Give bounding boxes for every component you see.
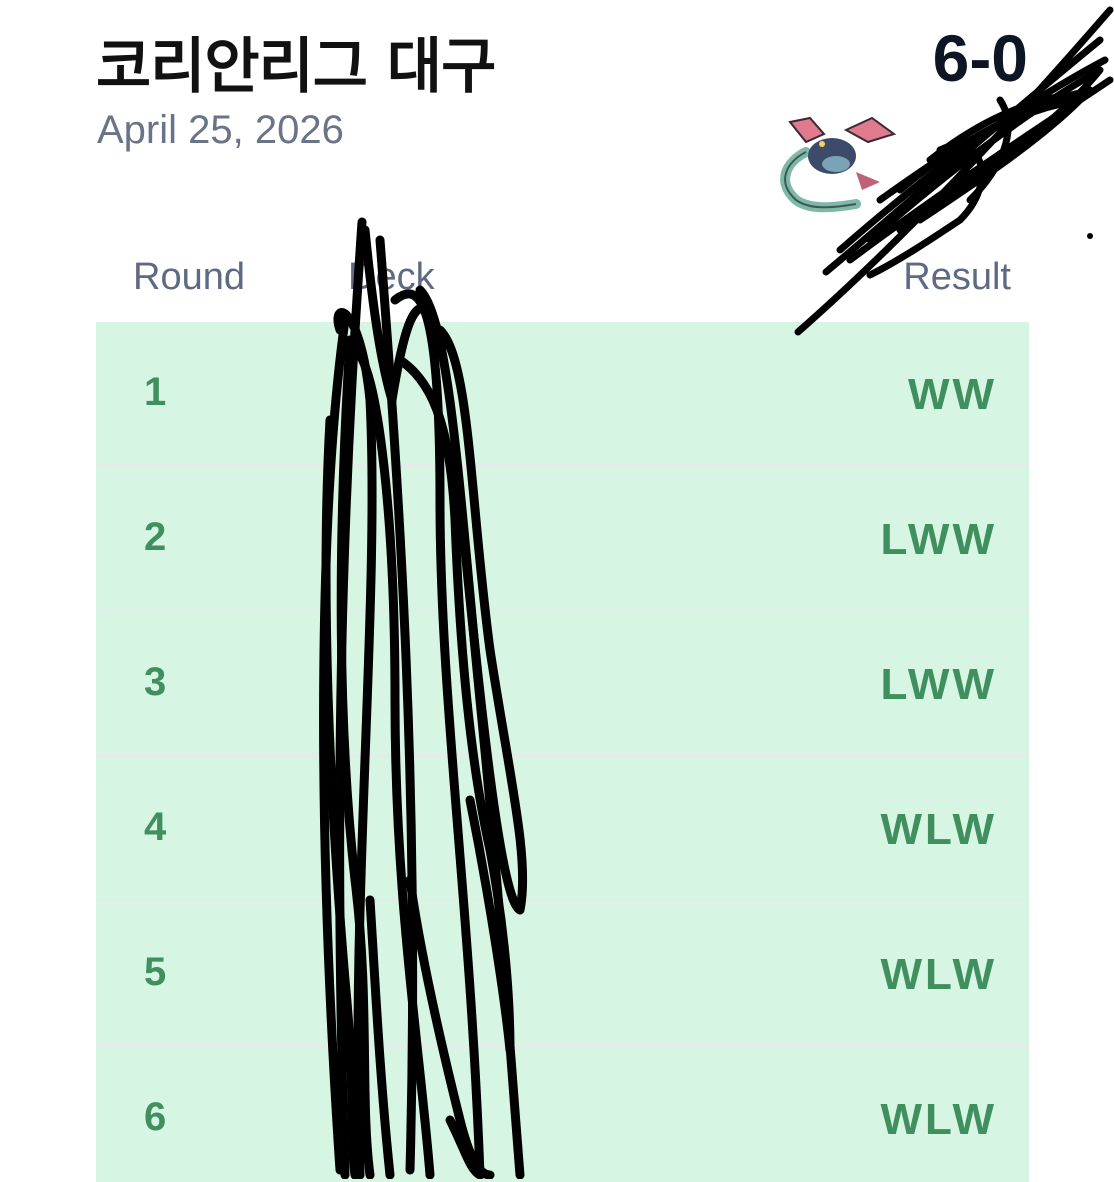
record-score: 6-0 — [932, 21, 1028, 95]
round-result: LWW — [880, 660, 997, 709]
table-row[interactable]: 5 WLW — [96, 902, 1029, 1047]
column-header-deck: Deck — [348, 256, 435, 298]
table-row[interactable]: 4 WLW — [96, 757, 1029, 902]
column-header-round: Round — [133, 256, 245, 298]
table-row[interactable]: 3 LWW — [96, 612, 1029, 757]
round-result: LWW — [880, 515, 997, 564]
dragon-sprite-icon — [780, 116, 897, 213]
results-table: 1 WW 2 LWW 3 LWW 4 WLW 5 WLW 6 WLW — [96, 322, 1029, 1182]
round-result: WLW — [880, 950, 997, 999]
table-header: Round Deck Result — [96, 248, 1029, 308]
table-row[interactable]: 1 WW — [96, 322, 1029, 467]
round-result: WW — [907, 370, 997, 419]
column-header-result: Result — [903, 256, 1011, 298]
round-number: 5 — [144, 950, 167, 994]
event-date: April 25, 2026 — [97, 108, 344, 152]
round-result: WLW — [880, 805, 997, 854]
table-row[interactable]: 2 LWW — [96, 467, 1029, 612]
table-row[interactable]: 6 WLW — [96, 1047, 1029, 1182]
round-number: 3 — [144, 660, 167, 704]
round-number: 6 — [144, 1095, 167, 1139]
round-number: 4 — [144, 805, 167, 849]
round-number: 1 — [144, 370, 167, 414]
round-number: 2 — [144, 515, 167, 559]
page-title: 코리안리그 대구 — [96, 32, 496, 102]
round-result: WLW — [880, 1095, 997, 1144]
